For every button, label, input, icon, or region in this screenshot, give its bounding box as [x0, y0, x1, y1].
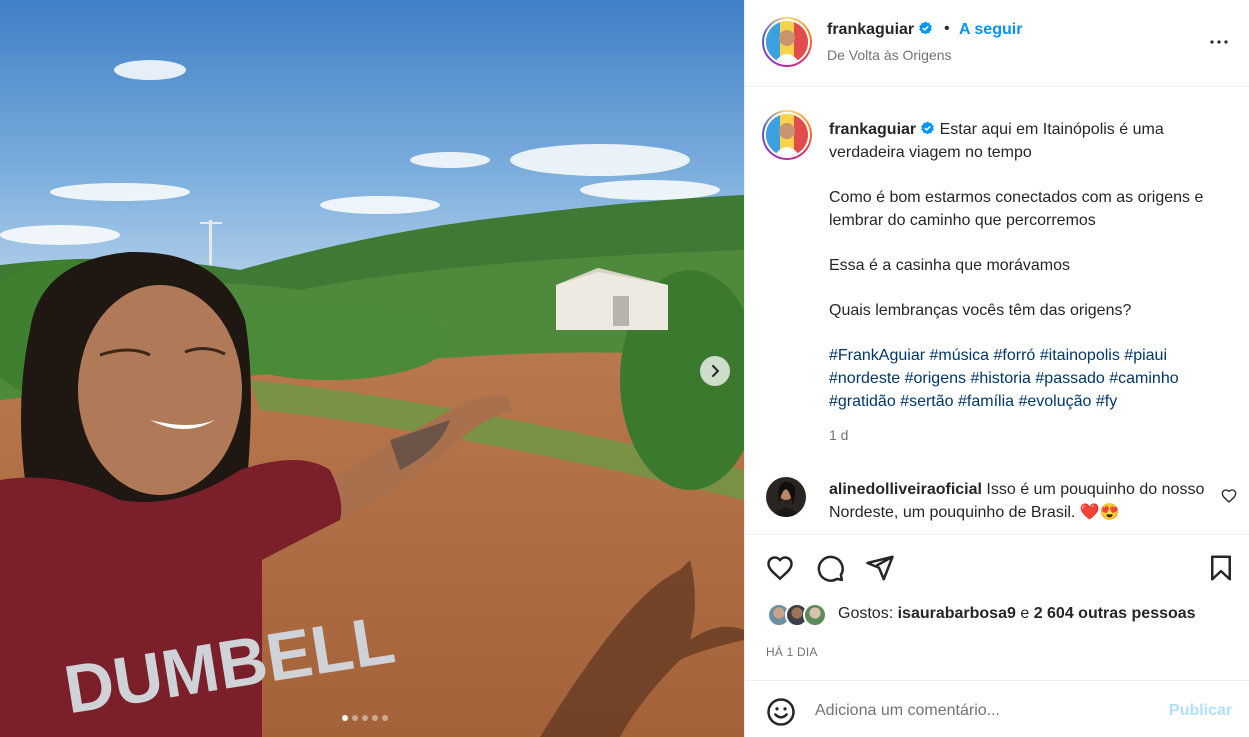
more-options-icon[interactable]	[1207, 30, 1231, 54]
share-icon[interactable]	[865, 553, 895, 583]
hashtag-link[interactable]: #FrankAguiar	[829, 347, 925, 364]
comment-icon[interactable]	[815, 553, 845, 583]
carousel-indicator	[342, 715, 388, 721]
hashtag-list: #FrankAguiar #música #forró #itainopolis…	[829, 344, 1234, 413]
comment-text: alinedolliveiraoficial Isso é um pouquin…	[829, 478, 1219, 524]
save-icon[interactable]	[1206, 553, 1236, 583]
hashtag-link[interactable]: #piaui	[1124, 347, 1167, 364]
comment-input[interactable]	[815, 697, 1155, 725]
location-link[interactable]: De Volta às Origens	[827, 47, 952, 63]
commenter-avatar[interactable]	[766, 477, 806, 517]
hashtag-link[interactable]: #itainopolis	[1040, 347, 1120, 364]
publish-button[interactable]: Publicar	[1169, 702, 1232, 720]
emoji-icon[interactable]	[766, 697, 796, 727]
follow-button[interactable]: A seguir	[959, 21, 1022, 39]
separator-bullet: •	[944, 20, 950, 37]
post-actions: Gostos: isaurabarbosa9 e 2 604 outras pe…	[745, 534, 1249, 684]
post-date[interactable]: HÁ 1 DIA	[766, 645, 818, 659]
hashtag-link[interactable]: #caminho	[1109, 370, 1178, 387]
hashtag-link[interactable]: #gratidão	[829, 393, 896, 410]
add-comment-bar: Publicar	[745, 680, 1249, 737]
avatar[interactable]	[762, 17, 812, 67]
post-header: frankaguiar • A seguir De Volta às Orige…	[745, 0, 1249, 87]
carousel-dot	[352, 715, 358, 721]
hashtag-link[interactable]: #passado	[1035, 370, 1104, 387]
post-sidebar: frankaguiar • A seguir De Volta às Orige…	[744, 0, 1249, 737]
like-icon[interactable]	[765, 553, 795, 583]
post-author-username[interactable]: frankaguiar	[827, 21, 933, 39]
carousel-next-button[interactable]	[700, 356, 730, 386]
verified-badge-icon	[921, 121, 934, 135]
hashtag-link[interactable]: #nordeste	[829, 370, 900, 387]
username-text[interactable]: frankaguiar	[827, 21, 914, 38]
hashtag-link[interactable]: #historia	[970, 370, 1030, 387]
comment-like-icon[interactable]	[1221, 488, 1237, 504]
caption-text: frankaguiar Estar aqui em Itainópolis é …	[829, 118, 1234, 413]
caption-line: Quais lembranças vocês têm das origens?	[829, 302, 1132, 319]
hashtag-link[interactable]: #evolução	[1018, 393, 1091, 410]
hashtag-link[interactable]: #fy	[1096, 393, 1117, 410]
post-photo-illustration: DUMBELL	[0, 0, 744, 737]
chevron-right-icon	[712, 365, 719, 377]
hashtag-link[interactable]: #sertão	[900, 393, 953, 410]
caption-line: Como é bom estarmos conectados com as or…	[829, 189, 1204, 229]
post-image[interactable]: DUMBELL	[0, 0, 744, 737]
verified-badge-icon	[919, 21, 932, 35]
carousel-dot	[342, 715, 348, 721]
carousel-dot	[372, 715, 378, 721]
caption-timestamp[interactable]: 1 d	[829, 427, 848, 443]
comment-item: alinedolliveiraoficial Isso é um pouquin…	[745, 474, 1249, 534]
likes-others-link[interactable]: 2 604 outras pessoas	[1034, 605, 1196, 622]
liker-username[interactable]: isaurabarbosa9	[898, 605, 1016, 622]
likes-connector: e	[1020, 605, 1030, 622]
commenter-username[interactable]: alinedolliveiraoficial	[829, 481, 982, 498]
hashtag-link[interactable]: #música	[930, 347, 990, 364]
comments-section: frankaguiar Estar aqui em Itainópolis é …	[745, 88, 1249, 534]
likes-summary: Gostos: isaurabarbosa9 e 2 604 outras pe…	[838, 605, 1196, 623]
hashtag-link[interactable]: #forró	[994, 347, 1036, 364]
hashtag-link[interactable]: #origens	[905, 370, 966, 387]
carousel-dot	[362, 715, 368, 721]
carousel-dot	[382, 715, 388, 721]
caption-avatar[interactable]	[762, 110, 812, 160]
caption-username[interactable]: frankaguiar	[829, 121, 916, 138]
liker-avatar	[803, 603, 827, 627]
caption-line: Essa é a casinha que morávamos	[829, 257, 1071, 274]
hashtag-link[interactable]: #família	[958, 393, 1014, 410]
likes-prefix: Gostos:	[838, 605, 894, 622]
